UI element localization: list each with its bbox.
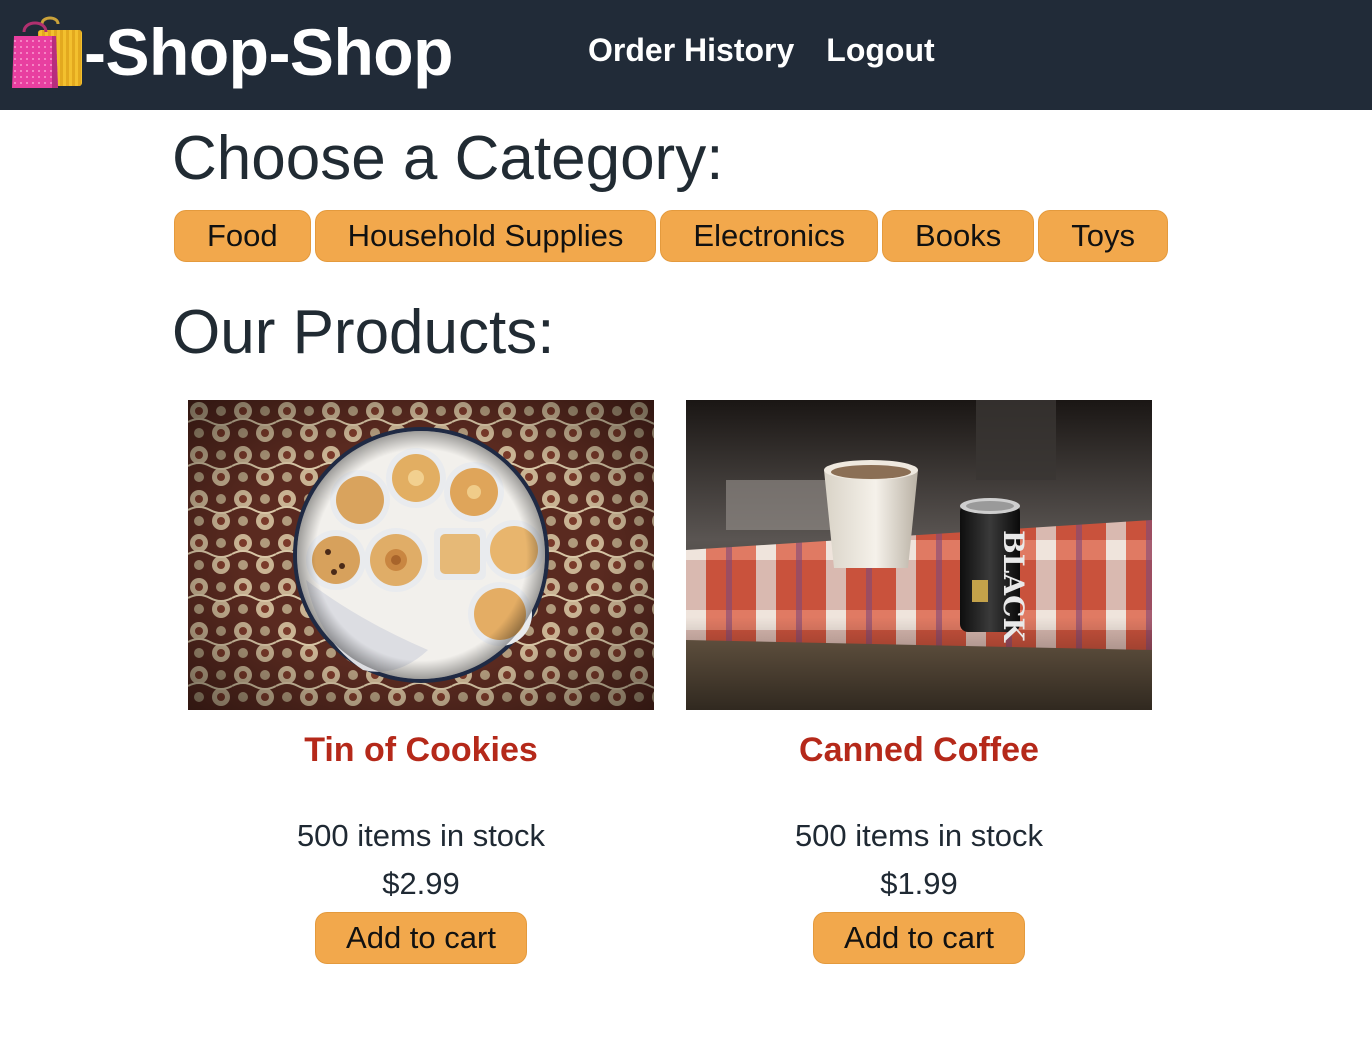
category-heading: Choose a Category: xyxy=(172,124,724,193)
product-name-link[interactable]: Tin of Cookies xyxy=(188,731,654,769)
cookie-tin-image[interactable] xyxy=(188,400,654,710)
nav-links: Order History Logout xyxy=(588,34,935,66)
svg-text:BLACK: BLACK xyxy=(997,530,1030,643)
product-card: BLACK Canned Coffee 500 items in stock $… xyxy=(686,400,1152,964)
category-button-electronics[interactable]: Electronics xyxy=(660,210,879,262)
product-name-link[interactable]: Canned Coffee xyxy=(686,731,1152,769)
stock-count: 500 items in stock xyxy=(296,818,546,854)
category-button-food[interactable]: Food xyxy=(174,210,311,262)
logout-link[interactable]: Logout xyxy=(826,34,934,66)
brand-title: -Shop-Shop xyxy=(84,15,453,89)
category-button-household-supplies[interactable]: Household Supplies xyxy=(314,210,657,262)
products-heading: Our Products: xyxy=(172,298,555,367)
add-to-cart-button[interactable]: Add to cart xyxy=(813,911,1025,964)
order-history-link[interactable]: Order History xyxy=(588,34,794,66)
stock-count: 500 items in stock xyxy=(794,818,1044,854)
canned-coffee-image[interactable]: BLACK xyxy=(686,400,1152,710)
category-button-toys[interactable]: Toys xyxy=(1038,210,1168,262)
category-list: Food Household Supplies Electronics Book… xyxy=(174,210,1168,262)
price: $2.99 xyxy=(382,866,460,902)
brand[interactable]: -Shop-Shop xyxy=(12,10,453,94)
add-to-cart-button[interactable]: Add to cart xyxy=(315,911,527,964)
product-card: Tin of Cookies 500 items in stock $2.99 … xyxy=(188,400,654,964)
shopping-bags-icon xyxy=(12,16,82,88)
category-button-books[interactable]: Books xyxy=(882,210,1035,262)
price: $1.99 xyxy=(880,866,958,902)
navbar: -Shop-Shop Order History Logout xyxy=(0,0,1372,110)
